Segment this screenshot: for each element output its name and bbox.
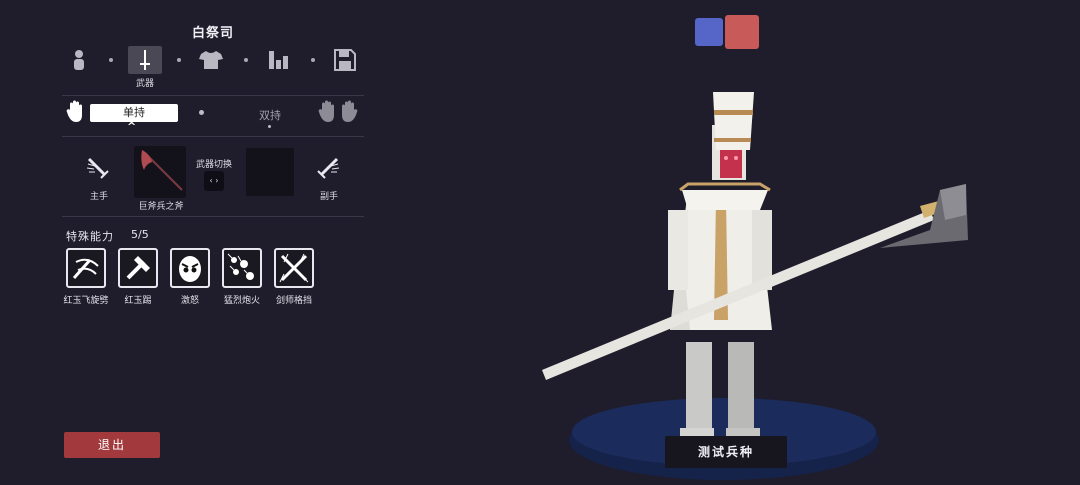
team-blue-button[interactable] [695,18,723,46]
ability-slot[interactable] [118,248,158,288]
divider [62,95,364,96]
weapon-swap-label: 武器切换 [195,160,232,170]
tab-save[interactable] [328,46,362,74]
main-hand-weapon-name: 巨斧兵之斧 [138,202,184,212]
main-hand-icon [86,156,110,186]
kick-icon [126,256,150,280]
off-hand-label: 副手 [319,192,338,202]
tab-stats[interactable] [262,46,296,74]
save-icon [334,49,356,71]
exit-button[interactable]: 退出 [64,432,160,458]
off-hand-icon [316,156,340,186]
great-axe-icon [141,150,183,191]
off-hand-slot[interactable] [246,148,294,196]
tab-separator [109,58,113,62]
ability-slot[interactable] [66,248,106,288]
weapon-swap-button[interactable]: ‹ › [204,171,224,191]
test-unit-button[interactable]: 测试兵种 [665,436,787,468]
abilities-title: 特殊能力 [66,230,114,243]
tab-separator [244,58,248,62]
category-tabs: 武器 [62,46,362,90]
dual-hand-icon [318,100,358,128]
sword-icon [140,50,150,70]
ability-label: 猛烈炮火 [223,296,260,306]
tab-body[interactable] [62,46,96,74]
tab-weapons[interactable] [128,46,162,74]
main-hand-label: 主手 [89,192,108,202]
grip-separator [199,110,204,115]
unit-preview [542,92,968,480]
bars-icon [269,51,288,69]
person-icon [74,50,84,70]
angry-face-icon [179,256,201,282]
ability-slot[interactable] [222,248,262,288]
main-hand-slot[interactable] [134,146,186,198]
grip-indicator-dot [268,125,271,128]
single-hand-icon [66,100,88,128]
ability-label: 红玉飞旋劈 [63,296,109,306]
ability-label: 红玉踢 [124,296,152,306]
grip-dual-option[interactable]: 双持 [247,107,293,123]
tab-separator [311,58,315,62]
divider [62,216,364,217]
crossed-swords-icon [279,253,309,283]
tab-weapons-label: 武器 [135,79,154,89]
divider [62,136,364,137]
unit-name: 白祭司 [191,26,234,41]
ability-slot[interactable] [274,248,314,288]
tab-armor[interactable] [194,46,228,74]
ability-label: 激怒 [180,296,199,306]
spin-slash-icon [72,258,99,279]
team-red-button[interactable] [725,15,759,49]
barrage-icon [227,253,254,280]
tab-separator [177,58,181,62]
chevron-up-icon: ^ [127,120,137,133]
abilities-count: 5/5 [131,228,149,241]
ability-slot[interactable] [170,248,210,288]
shirt-icon [199,51,223,69]
ability-label: 剑师格挡 [275,296,312,306]
